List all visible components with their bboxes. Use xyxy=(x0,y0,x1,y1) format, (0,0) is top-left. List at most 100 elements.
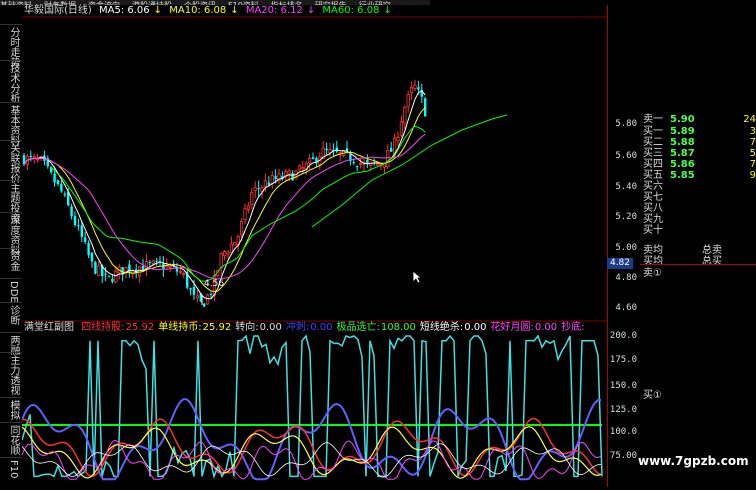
candle-body xyxy=(307,158,312,164)
orderbook-volume: 24 xyxy=(743,114,756,125)
candle-body xyxy=(257,187,260,190)
orderbook-level-label: 买三 xyxy=(643,148,663,159)
left-tab-separator xyxy=(0,422,22,423)
order-book-panel: 卖一 5.90 24 买一 5.89 3 买二 5.88 7 买三 5.87 5 买四 5.86 7 买五 5.… xyxy=(640,5,756,487)
candle-body xyxy=(424,98,427,117)
candle-body xyxy=(403,106,407,124)
orderbook-level-label: 卖一 xyxy=(643,114,663,125)
orderbook-level-label: 买十 xyxy=(643,225,663,236)
orderbook-level-label: 买二 xyxy=(643,137,663,148)
left-tab-separator xyxy=(0,248,22,249)
candle-body xyxy=(87,242,90,256)
indicator-item-label: 四线持股: xyxy=(81,322,125,333)
orderbook-row: 买十 xyxy=(643,225,756,236)
left-tab[interactable]: 模拟 xyxy=(8,400,19,420)
candle-body xyxy=(205,294,210,305)
candle-body xyxy=(104,273,107,275)
candle-body xyxy=(111,278,114,282)
candle-body xyxy=(328,149,332,154)
orderbook-row: 买八 xyxy=(643,203,756,214)
indicator-item-value: 0.00 xyxy=(259,322,282,333)
left-tab[interactable]: 深度资料 xyxy=(8,215,19,255)
orderbook-volume: 7 xyxy=(749,137,756,148)
orderbook-row: 卖一 5.90 24 xyxy=(643,114,756,125)
candle-body xyxy=(63,194,66,196)
price-tick: 4.60 xyxy=(615,303,637,313)
orderbook-row: 买四 5.86 7 xyxy=(643,159,756,170)
candle-body xyxy=(178,270,182,273)
ma10-value: MA10: 6.08 xyxy=(169,5,227,16)
orderbook-row: 买九 xyxy=(643,214,756,225)
price-tick: 4.80 xyxy=(615,273,637,283)
price-tick: 5.00 xyxy=(615,243,637,253)
left-tab[interactable]: 分时走势 xyxy=(8,27,19,67)
orderbook-row: 买六 xyxy=(643,181,756,192)
indicator-item-value: 0.00 xyxy=(464,322,487,333)
left-tab[interactable]: 基本资料 xyxy=(8,105,19,145)
candle-body xyxy=(291,173,294,181)
left-tab[interactable]: 资金 xyxy=(8,251,19,271)
candle-body xyxy=(155,260,158,262)
candle-body xyxy=(182,273,186,275)
candle-body xyxy=(392,138,397,154)
orderbook-price: 5.90 xyxy=(670,114,695,125)
indicator-item-value: 108.00 xyxy=(380,322,416,333)
left-tab-separator xyxy=(0,212,22,213)
left-tab-separator xyxy=(0,102,22,103)
orderbook-volume: 3 xyxy=(749,126,756,137)
indicator-item-value: 0.00 xyxy=(310,322,333,333)
candle-body xyxy=(274,175,277,180)
left-tab[interactable]: 技术分析 xyxy=(8,63,19,103)
left-tab[interactable]: 关联报价 xyxy=(8,143,19,183)
left-tab[interactable]: DDE xyxy=(8,281,19,303)
candle-body xyxy=(84,237,87,242)
left-tab[interactable]: 主力透视 xyxy=(8,355,19,395)
candle-body xyxy=(263,180,267,187)
candle-body xyxy=(80,225,83,237)
indicator-item-label: 抄底: xyxy=(561,322,585,333)
left-tab[interactable]: 诊断 xyxy=(8,305,19,325)
left-tab[interactable]: 同花顺 xyxy=(8,425,19,455)
ma60-value: MA60: 6.08 xyxy=(322,5,380,16)
orderbook-sell-marker: 卖① xyxy=(643,268,662,279)
indicator-item-label: 单线持币: xyxy=(158,322,202,333)
left-vertical-tabs: 分时走势 技术分析 基本资料 关联报价 主题投资 深度资料 资金 DDE 诊断 两融 主力透视 模拟同… xyxy=(0,5,22,487)
candle-body xyxy=(396,136,400,142)
indicator-tick: 125.0 xyxy=(609,405,637,415)
left-tab-separator xyxy=(0,352,22,353)
orderbook-level-label: 买七 xyxy=(643,192,663,203)
watermark: www.7gpzb.com xyxy=(638,454,749,468)
candle-body xyxy=(148,262,151,264)
indicator-tick: 100.0 xyxy=(609,427,637,437)
mouse-cursor-icon xyxy=(412,270,422,284)
orderbook-price: 5.89 xyxy=(670,126,695,137)
candle-body xyxy=(73,216,77,225)
candle-body xyxy=(246,205,250,210)
orderbook-level-label: 买四 xyxy=(643,159,663,170)
indicator-tick: 175.0 xyxy=(609,355,637,365)
orderbook-row: 买五 5.85 9 xyxy=(643,170,756,181)
chart-area[interactable]: 4.56 华毅国际(日线) MA5: 6.06 ↓ MA10: 6.08 ↓ MA2… xyxy=(21,5,607,487)
candle-body xyxy=(233,241,237,246)
candle-body xyxy=(168,266,172,268)
indicator-item-label: 短线绝杀: xyxy=(419,322,464,333)
orderbook-level-label: 买六 xyxy=(643,181,663,192)
indicator-tick: 150.0 xyxy=(609,381,637,391)
candle-body xyxy=(195,295,199,299)
left-tab[interactable]: F10 xyxy=(8,460,19,478)
left-tab-separator xyxy=(0,397,22,398)
orderbook-row: 买二 5.88 7 xyxy=(643,137,756,148)
indicator-item-label: 极品选亡: xyxy=(336,322,380,333)
candle-body xyxy=(189,288,192,290)
orderbook-level-label: 买五 xyxy=(643,170,663,181)
indicator-item-label: 冲刺: xyxy=(285,322,310,333)
low-price-label: 4.56 xyxy=(204,279,224,289)
candle-body xyxy=(243,208,247,221)
candle-body xyxy=(352,162,355,164)
orderbook-volume: 5 xyxy=(749,148,756,159)
left-tab-separator xyxy=(0,302,22,303)
kline-chart-svg: 4.56 xyxy=(21,16,607,481)
candle-body xyxy=(356,166,359,168)
candle-body xyxy=(229,243,233,253)
candle-body xyxy=(413,84,417,89)
